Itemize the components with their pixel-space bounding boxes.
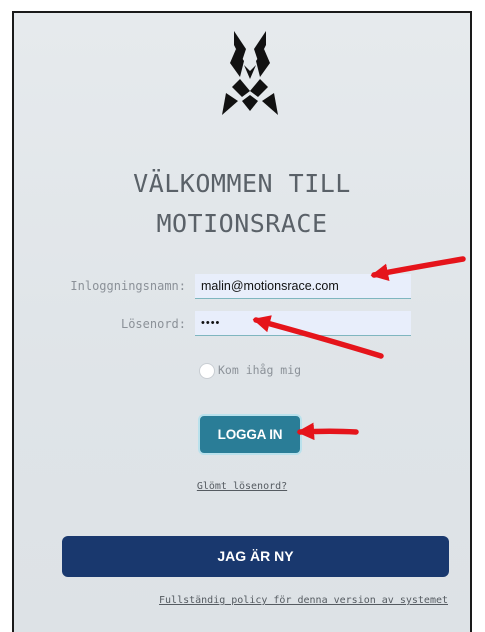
forgot-password-link[interactable]: Glömt lösenord? [14, 481, 470, 492]
welcome-heading-line1: VÄLKOMMEN TILL [133, 169, 351, 198]
remember-me-checkbox[interactable] [199, 363, 215, 379]
login-button[interactable]: LOGGA IN [198, 414, 302, 455]
remember-me-label[interactable]: Kom ihåg mig [218, 363, 301, 377]
login-panel: VÄLKOMMEN TILL MOTIONSRACE Inloggningsna… [12, 11, 472, 632]
motionsrace-logo-icon [222, 31, 278, 115]
password-label: Lösenord: [120, 317, 186, 331]
forgot-password-text[interactable]: Glömt lösenord? [197, 481, 287, 492]
username-label: Inloggningsnamn: [70, 279, 186, 293]
new-user-button[interactable]: JAG ÄR NY [62, 536, 449, 577]
username-input[interactable]: malin@motionsrace.com [195, 274, 411, 299]
password-input[interactable]: •••• [195, 311, 411, 336]
welcome-heading-line2: MOTIONSRACE [156, 209, 328, 238]
policy-link[interactable]: Fullständig policy för denna version av … [159, 595, 448, 606]
